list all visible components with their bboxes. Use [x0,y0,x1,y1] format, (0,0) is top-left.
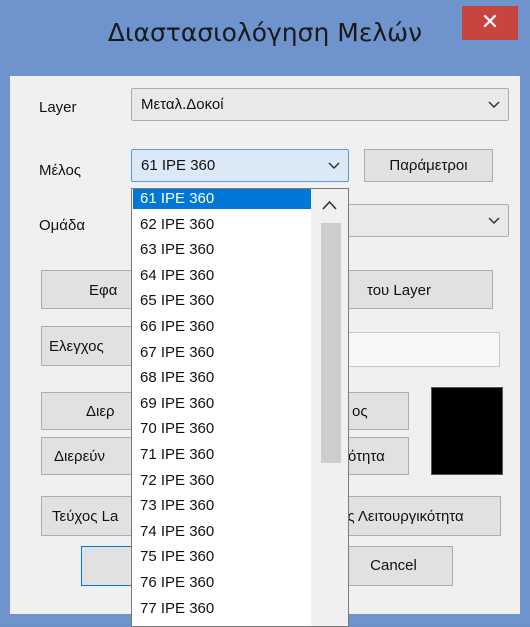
report-label-right: ος Λειτουργικότητα [339,508,464,525]
chevron-down-icon [488,217,500,225]
layer-label: Layer [39,99,77,116]
color-swatch[interactable] [431,387,503,475]
dropdown-scrollbar[interactable] [311,189,348,626]
dialog-window: Διαστασιολόγηση Μελών ✕ Layer Μεταλ.Δοκο… [0,0,530,627]
dropdown-item[interactable]: 66 IPE 360 [133,317,311,337]
investigate-1-label-right: ος [352,403,368,420]
apply-layer-label-right: του Layer [367,282,431,299]
dropdown-item[interactable]: 71 IPE 360 [133,445,311,465]
member-combobox[interactable]: 61 IPE 360 [131,149,349,182]
chevron-down-icon [488,101,500,109]
apply-layer-label-left: Εφα [89,282,118,299]
check-result-field [341,332,500,367]
dropdown-item[interactable]: 76 IPE 360 [133,573,311,593]
dropdown-item[interactable]: 73 IPE 360 [133,496,311,516]
investigate-2-label-right: ότητα [348,448,385,465]
chevron-down-icon [328,162,340,170]
member-dropdown-list[interactable]: 61 IPE 360 62 IPE 360 63 IPE 360 64 IPE 360… [131,188,349,627]
cancel-button[interactable]: Cancel [334,546,453,586]
dropdown-item[interactable]: 63 IPE 360 [133,240,311,260]
member-label: Μέλος [39,162,82,179]
layer-combobox[interactable]: Μεταλ.Δοκοί [131,88,509,121]
member-value: 61 IPE 360 [141,157,216,174]
investigate-2-label-left: Διερεύν [54,448,105,465]
dropdown-item[interactable]: 70 IPE 360 [133,419,311,439]
dropdown-item[interactable]: 74 IPE 360 [133,522,311,542]
dropdown-item[interactable]: 69 IPE 360 [133,394,311,414]
title-bar: Διαστασιολόγηση Μελών ✕ [0,0,530,76]
scroll-up-icon[interactable] [311,189,348,221]
window-title: Διαστασιολόγηση Μελών [107,18,423,47]
dropdown-item[interactable]: 67 IPE 360 [133,343,311,363]
dropdown-item[interactable]: 64 IPE 360 [133,266,311,286]
dropdown-item[interactable]: 62 IPE 360 [133,215,311,235]
dropdown-item[interactable]: 61 IPE 360 [133,189,311,209]
dropdown-item[interactable]: 68 IPE 360 [133,368,311,388]
dropdown-item[interactable]: 72 IPE 360 [133,471,311,491]
investigate-1-label-left: Διερ [86,403,115,420]
dropdown-item[interactable]: 77 IPE 360 [133,599,311,619]
dropdown-item[interactable]: 75 IPE 360 [133,547,311,567]
report-label-left: Τεύχος La [52,508,119,525]
layer-value: Μεταλ.Δοκοί [141,96,224,113]
check-label: Ελεγχος [49,338,104,355]
close-button[interactable]: ✕ [462,6,518,40]
parameters-button[interactable]: Παράμετροι [364,149,493,182]
scrollbar-thumb[interactable] [321,223,341,463]
group-label: Ομάδα [39,217,86,234]
dropdown-item[interactable]: 65 IPE 360 [133,291,311,311]
